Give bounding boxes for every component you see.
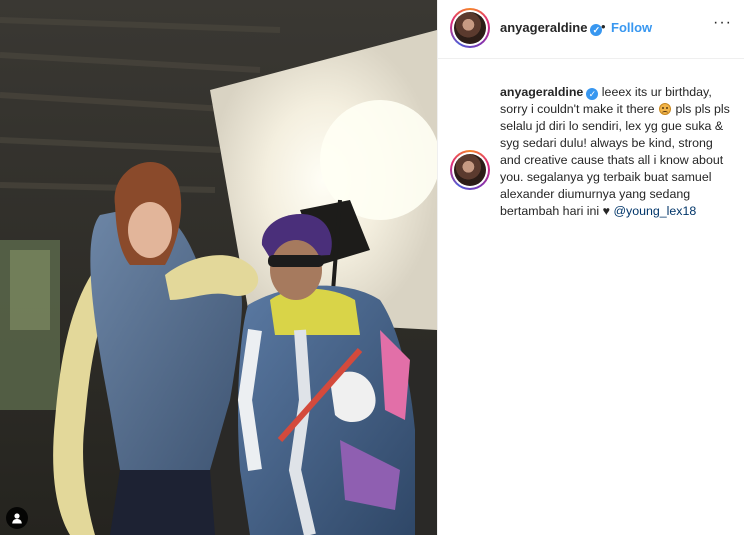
person-icon: [12, 513, 22, 524]
header-avatar[interactable]: [450, 8, 490, 48]
avatar-border: [452, 10, 488, 46]
frowning-face-emoji-icon: [659, 103, 672, 115]
photo-illustration: [0, 0, 437, 535]
verified-badge-icon: ✓: [586, 88, 599, 100]
avatar-border: [452, 152, 488, 188]
caption-username[interactable]: anyageraldine: [500, 85, 583, 99]
follow-button[interactable]: Follow: [611, 20, 652, 35]
more-options-icon[interactable]: ···: [713, 14, 732, 32]
username-text[interactable]: anyageraldine: [500, 20, 587, 35]
mention-link[interactable]: @young_lex18: [613, 204, 696, 218]
caption-text-part2: pls pls pls selalu jd diri lo sendiri, l…: [500, 102, 730, 218]
header-username[interactable]: anyageraldine ✓: [500, 20, 603, 36]
avatar-image: [454, 12, 486, 44]
post-sidebar: anyageraldine ✓ • Follow ··· anyageraldin…: [437, 0, 744, 535]
user-tag-icon[interactable]: [6, 507, 28, 529]
caption-avatar[interactable]: [450, 150, 490, 190]
separator-dot: •: [601, 19, 606, 34]
post-photo[interactable]: [0, 0, 437, 535]
post-header: anyageraldine ✓ • Follow ···: [438, 0, 744, 59]
avatar-image: [454, 154, 486, 186]
post-caption: anyageraldine ✓ leeex its ur birthday, so…: [500, 84, 730, 220]
